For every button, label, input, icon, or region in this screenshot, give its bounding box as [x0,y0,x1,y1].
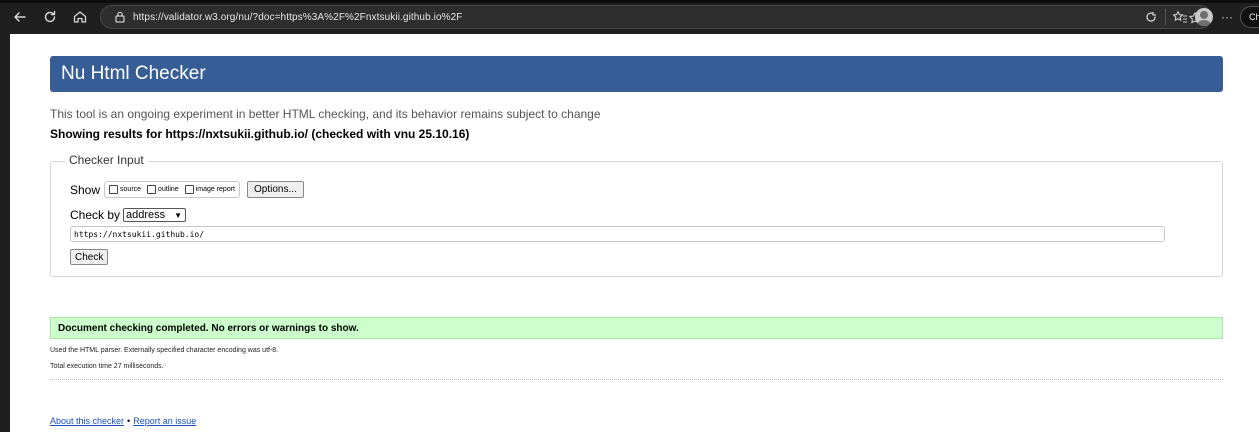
check-by-row: Check by address ▼ [70,208,187,222]
success-message: Document checking completed. No errors o… [58,322,359,334]
options-button[interactable]: Options... [246,181,304,198]
window-top-strip [0,0,1259,3]
source-checkbox-label: source [120,186,142,193]
chat-button-label: Chat [1249,12,1259,22]
outline-checkbox-label: outline [158,186,179,193]
toolbar-divider [1165,9,1166,25]
footer: About this checker • Report an issue [50,416,196,426]
parser-info: Used the HTML parser. Externally specifi… [50,347,279,354]
execution-time: Total execution time 27 milliseconds. [50,363,164,370]
refresh-icon[interactable] [38,5,62,29]
checker-input-legend: Checker Input [65,153,148,167]
check-button[interactable]: Check [70,249,109,265]
browser-window: https://validator.w3.org/nu/?doc=https%3… [0,0,1259,432]
show-options-row: Show source outline image report Options… [70,181,304,198]
footer-separator: • [127,416,131,426]
source-option[interactable]: source [109,185,141,194]
profile-button[interactable] [1194,7,1214,27]
outline-checkbox[interactable] [147,185,157,194]
source-checkbox[interactable] [109,185,119,194]
results-heading: Showing results for https://nxtsukii.git… [50,127,470,141]
back-arrow-icon[interactable] [8,5,32,29]
image-report-checkbox[interactable] [184,185,194,194]
checker-input-fieldset [50,161,1223,277]
url-input-value: https://nxtsukii.github.io/ [74,229,205,239]
page-title: Nu Html Checker [61,63,206,84]
extensions-icon[interactable] [1141,7,1161,27]
more-menu-icon[interactable]: ··· [1218,10,1236,24]
chat-button[interactable]: Chat [1240,6,1259,28]
check-by-select[interactable]: address ▼ [123,208,187,222]
lock-icon[interactable] [109,6,131,28]
image-report-option[interactable]: image report [184,185,235,194]
chevron-down-icon: ▼ [174,210,183,220]
check-by-selected-value: address [126,209,166,221]
browser-toolbar: https://validator.w3.org/nu/?doc=https%3… [0,0,1259,34]
show-label: Show [70,182,101,197]
page-content: Nu Html Checker This tool is an ongoing … [10,34,1259,432]
title-banner: Nu Html Checker [50,56,1223,92]
avatar [1195,8,1213,26]
address-bar[interactable]: https://validator.w3.org/nu/?doc=https%3… [100,5,1212,29]
success-message-box: Document checking completed. No errors o… [50,317,1223,339]
check-by-label: Check by [70,208,121,222]
browser-right-tools: ··· Chat [1141,5,1259,29]
image-report-checkbox-label: image report [195,186,235,193]
about-link[interactable]: About this checker [50,416,124,426]
url-text[interactable]: https://validator.w3.org/nu/?doc=https%3… [133,12,462,23]
favorites-icon[interactable] [1170,7,1190,27]
outline-option[interactable]: outline [147,185,179,194]
intro-text: This tool is an ongoing experiment in be… [50,107,601,121]
show-checkbox-group: source outline image report [104,181,240,198]
window-left-border [0,34,10,432]
url-input[interactable]: https://nxtsukii.github.io/ [70,226,1165,242]
home-icon[interactable] [68,5,92,29]
dotted-divider [50,379,1223,380]
report-issue-link[interactable]: Report an issue [133,416,196,426]
